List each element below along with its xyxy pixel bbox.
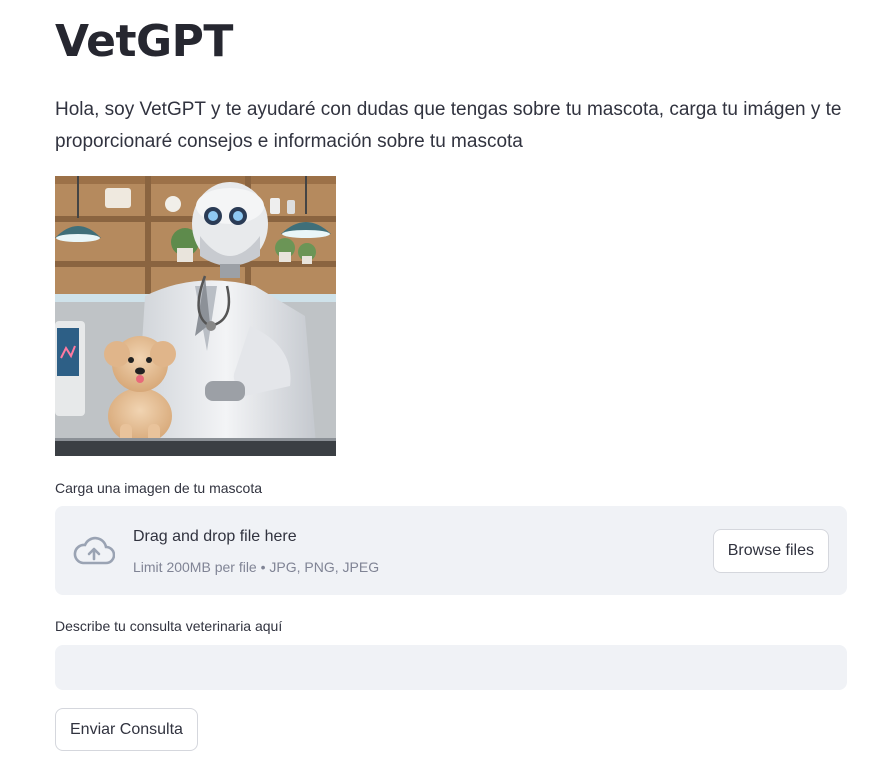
dropzone-instructions: Drag and drop file here	[133, 528, 297, 545]
robot-vet-image	[55, 176, 336, 456]
query-label: Describe tu consulta veterinaria aquí	[55, 618, 283, 634]
dropzone-limit-text: Limit 200MB per file • JPG, PNG, JPEG	[133, 559, 380, 575]
browse-files-button[interactable]: Browse files	[712, 529, 829, 573]
submit-query-button[interactable]: Enviar Consulta	[55, 708, 198, 751]
cloud-upload-icon	[73, 536, 115, 565]
intro-text: Hola, soy VetGPT y te ayudaré con dudas …	[55, 99, 842, 152]
file-dropzone[interactable]: Drag and drop file here Limit 200MB per …	[55, 506, 847, 595]
page-title: VetGPT	[55, 16, 233, 67]
robot-vet-illustration	[55, 176, 336, 456]
uploader-label: Carga una imagen de tu mascota	[55, 480, 263, 496]
query-input[interactable]	[55, 645, 847, 690]
